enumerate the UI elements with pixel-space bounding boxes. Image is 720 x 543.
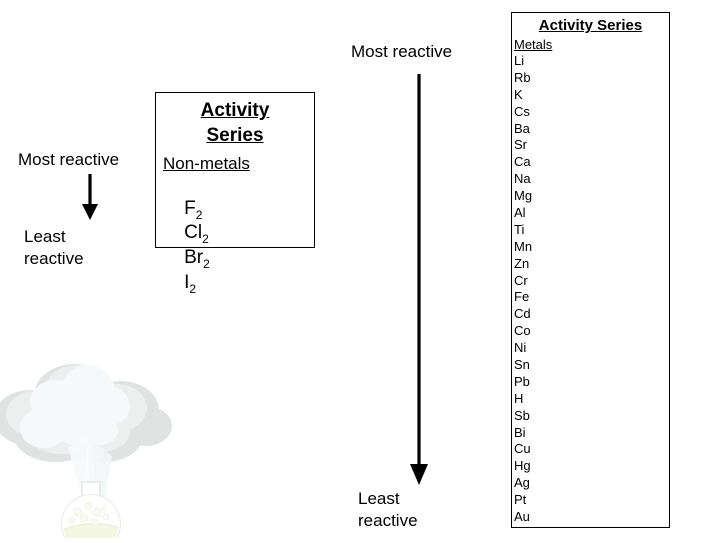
flask-with-vapor-cloud-image bbox=[0, 352, 186, 543]
center-most-reactive-label: Most reactive bbox=[351, 42, 453, 61]
metals-item: Na bbox=[514, 171, 531, 187]
metals-box-title: Activity Series bbox=[538, 17, 643, 34]
nonmetals-item-3: I2 bbox=[163, 250, 196, 317]
metals-item: Cd bbox=[514, 306, 531, 322]
nonmetals-box-title: Activity Series bbox=[157, 98, 313, 149]
metals-list: Li Rb K Cs Ba Sr Ca Na Mg Al Ti Mn Zn Cr… bbox=[514, 53, 654, 526]
slide-canvas: Most reactive Least reactive Activity Se… bbox=[0, 0, 720, 543]
metals-item: Ni bbox=[514, 340, 527, 356]
left-down-arrow-icon bbox=[72, 172, 108, 222]
center-down-arrow-icon bbox=[402, 72, 436, 487]
flask-bulb bbox=[61, 494, 121, 543]
metals-item: Mn bbox=[514, 238, 533, 254]
nonmetals-item-2-subscript: 2 bbox=[203, 257, 210, 272]
nonmetals-title-line1: Activity bbox=[200, 100, 270, 121]
left-most-reactive-label: Most reactive bbox=[18, 150, 120, 169]
metals-item: Sr bbox=[514, 137, 527, 153]
metals-item: Pb bbox=[514, 373, 530, 389]
metals-item: Sn bbox=[514, 357, 530, 373]
nonmetals-subtitle: Non-metals bbox=[163, 154, 250, 173]
metals-item: Zn bbox=[514, 255, 530, 271]
metals-item: Co bbox=[514, 323, 531, 339]
metals-item: Hg bbox=[514, 458, 531, 474]
metals-item: Cs bbox=[514, 103, 530, 119]
metals-item: Pt bbox=[514, 492, 527, 508]
metals-item: Ti bbox=[514, 221, 525, 237]
metals-item: Al bbox=[514, 205, 526, 221]
metals-item: Ag bbox=[514, 475, 530, 491]
metals-item: Mg bbox=[514, 188, 533, 204]
metals-item: H bbox=[514, 390, 524, 406]
flask-vapor-illustration bbox=[0, 364, 172, 543]
metals-item: Cr bbox=[514, 272, 528, 288]
metals-item: Fe bbox=[514, 289, 530, 305]
metals-subtitle: Metals bbox=[514, 37, 553, 52]
left-least-reactive-label: Least reactive bbox=[24, 227, 84, 268]
metals-item: Ca bbox=[514, 154, 531, 170]
metals-item: Sb bbox=[514, 407, 530, 423]
cloud-front-layer bbox=[20, 365, 130, 448]
metals-item: Li bbox=[514, 53, 525, 68]
metals-item: Rb bbox=[514, 69, 531, 85]
center-least-reactive-label: Least reactive bbox=[358, 489, 418, 530]
metals-item: Ba bbox=[514, 120, 530, 136]
nonmetals-title-line2: Series bbox=[206, 125, 264, 147]
metals-item: Au bbox=[514, 509, 530, 525]
nonmetals-item-3-subscript: 2 bbox=[189, 282, 197, 297]
metals-item: Cu bbox=[514, 441, 531, 457]
metals-item: K bbox=[514, 86, 523, 102]
metals-item: Bi bbox=[514, 424, 526, 440]
